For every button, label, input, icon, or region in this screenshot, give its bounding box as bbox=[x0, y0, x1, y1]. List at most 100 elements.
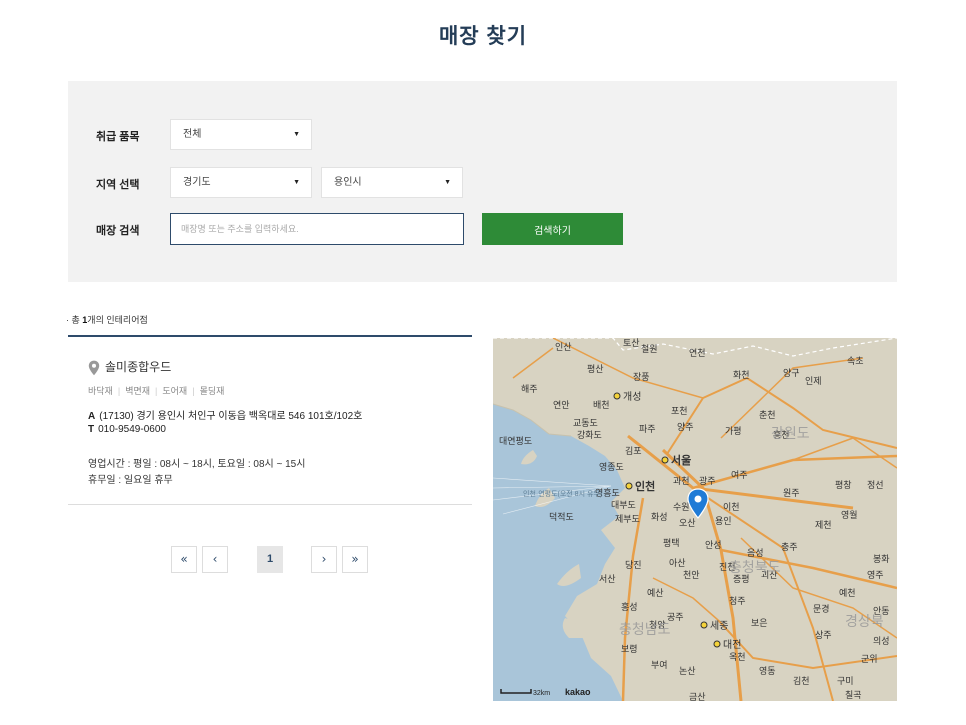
result-count-suffix: 개의 인테리어점 bbox=[87, 315, 148, 325]
map-city-label: 논산 bbox=[679, 666, 696, 676]
map-city-label: 제천 bbox=[815, 520, 832, 530]
map-city-label: 교동도 bbox=[573, 418, 598, 428]
store-tag: 도어재 bbox=[162, 386, 188, 396]
map-region-label: 경상북 bbox=[845, 613, 884, 629]
result-count: · 총 1개의 인테리어점 bbox=[66, 313, 148, 326]
map-city-label: 봉화 bbox=[873, 554, 890, 564]
map-city-label: 서울 bbox=[671, 453, 691, 467]
map-region-label: 충청북도 bbox=[729, 559, 781, 575]
map-city-label: 칠곡 bbox=[845, 690, 862, 700]
map-city-label: 청주 bbox=[729, 596, 746, 606]
map-city-label: 춘천 bbox=[759, 410, 776, 420]
category-select[interactable]: 전체 ▼ bbox=[170, 119, 312, 150]
map-city-label: 오산 bbox=[679, 518, 696, 528]
map-city-label: 포천 bbox=[671, 406, 688, 416]
next-page-button[interactable]: › bbox=[311, 546, 337, 573]
map-city-label: 홍성 bbox=[621, 601, 638, 612]
map-city-label: 증평 bbox=[733, 574, 750, 584]
store-tags: 바닥재 | 벽면재 | 도어재 | 몰딩재 bbox=[88, 386, 225, 396]
search-input[interactable] bbox=[170, 213, 464, 245]
map-city-label: 천안 bbox=[683, 570, 700, 580]
map-city-label: 평창 bbox=[835, 480, 852, 490]
store-name: 솔미종합우드 bbox=[105, 360, 172, 374]
map-canvas[interactable]: 개성 서울 인천 수원 오산 화성 이천 안성 천안 원주 춘천 충주 제천 세… bbox=[493, 338, 897, 701]
map-region-label: 충청남도 bbox=[619, 621, 671, 637]
map-city-label: 양구 bbox=[783, 368, 800, 378]
location-pin-icon bbox=[88, 360, 100, 376]
map-city-label: 광주 bbox=[699, 475, 716, 486]
map-city-label: 대부도 bbox=[611, 500, 636, 510]
sea-route-label: 인천·연평도(오전 8시 유무) bbox=[523, 489, 602, 498]
map-city-label: 음성 bbox=[747, 548, 764, 558]
map-city-label: 제부도 bbox=[615, 514, 640, 524]
map-city-label: 대전 bbox=[723, 639, 741, 651]
caret-down-icon: ▼ bbox=[293, 179, 300, 186]
store-holiday: 휴무일 : 일요일 휴무 bbox=[88, 475, 173, 486]
map-city-label: 보령 bbox=[621, 643, 638, 654]
map-city-label: 영주 bbox=[867, 570, 884, 580]
map-city-label: 충주 bbox=[781, 542, 798, 552]
map-city-label: 평택 bbox=[663, 538, 680, 548]
map-city-label: 연천 bbox=[689, 348, 706, 358]
city-select[interactable]: 용인시 ▼ bbox=[321, 167, 463, 198]
map-city-label: 상주 bbox=[815, 630, 832, 640]
map-city-label: 구미 bbox=[837, 676, 854, 686]
map-city-label: 속초 bbox=[847, 356, 864, 366]
first-page-button[interactable]: « bbox=[171, 546, 197, 573]
map-city-label: 김천 bbox=[793, 675, 810, 686]
map-city-label: 영동 bbox=[759, 666, 776, 676]
map-city-label: 세종 bbox=[710, 620, 728, 632]
caret-down-icon: ▼ bbox=[293, 131, 300, 138]
map-city-label: 해주 bbox=[521, 384, 538, 394]
map-region-label: 강원도 bbox=[771, 425, 810, 441]
map-city-label: 개성 bbox=[623, 391, 641, 403]
store-tag: 바닥재 bbox=[88, 386, 113, 396]
store-address: A (17130) 경기 용인시 처인구 이동읍 백옥대로 546 101호/10… bbox=[88, 407, 362, 422]
store-tag: 몰딩재 bbox=[199, 386, 225, 396]
map-city-label: 장풍 bbox=[633, 372, 650, 382]
store-list-item[interactable]: 솔미종합우드 바닥재 | 벽면재 | 도어재 | 몰딩재 A (17130) 경기 용인시 처… bbox=[68, 337, 472, 505]
page-1-button[interactable]: 1 bbox=[257, 546, 283, 573]
store-phone: T 010-9549-0600 bbox=[88, 424, 166, 435]
category-select-value: 전체 bbox=[183, 129, 202, 140]
map-city-label: 당진 bbox=[625, 560, 642, 570]
map-city-label: 여주 bbox=[731, 469, 748, 480]
category-label: 취급 품목 bbox=[96, 131, 140, 143]
result-count-prefix: · 총 bbox=[66, 315, 83, 325]
city-select-value: 용인시 bbox=[334, 177, 362, 188]
map-city-label: 평산 bbox=[587, 364, 604, 374]
store-map[interactable]: 개성 서울 인천 수원 오산 화성 이천 안성 천안 원주 춘천 충주 제천 세… bbox=[493, 338, 897, 701]
prev-page-button[interactable]: ‹ bbox=[202, 546, 228, 573]
map-city-label: 금산 bbox=[689, 692, 706, 701]
store-hours: 영업시간 : 평일 : 08시 ~ 18시, 토요일 : 08시 ~ 15시 bbox=[88, 459, 306, 470]
map-city-label: 양주 bbox=[677, 422, 694, 432]
province-select[interactable]: 경기도 ▼ bbox=[170, 167, 312, 198]
map-city-label: 인산 bbox=[555, 342, 572, 352]
map-city-label: 정선 bbox=[867, 480, 884, 490]
store-tag: 벽면재 bbox=[125, 386, 151, 396]
search-button[interactable]: 검색하기 bbox=[482, 213, 623, 245]
map-city-label: 대연평도 bbox=[499, 436, 532, 446]
map-city-label: 용인 bbox=[715, 516, 732, 526]
map-city-label: 파주 bbox=[639, 424, 656, 434]
province-select-value: 경기도 bbox=[183, 177, 211, 188]
region-label: 지역 선택 bbox=[96, 179, 140, 191]
map-city-label: 안성 bbox=[705, 540, 722, 550]
last-page-button[interactable]: » bbox=[342, 546, 368, 573]
map-city-label: 원주 bbox=[783, 488, 800, 498]
map-city-label: 보은 bbox=[751, 618, 768, 628]
phone-text: 010-9549-0600 bbox=[98, 424, 166, 435]
map-city-label: 철원 bbox=[641, 344, 658, 354]
map-city-label: 인제 bbox=[805, 376, 822, 386]
map-city-label: 김포 bbox=[625, 445, 642, 456]
map-city-label: 예산 bbox=[647, 588, 664, 598]
map-city-label: 덕적도 bbox=[549, 511, 574, 522]
map-city-label: 수원 bbox=[673, 502, 690, 512]
map-city-label: 이천 bbox=[723, 502, 740, 512]
address-text: (17130) 경기 용인시 처인구 이동읍 백옥대로 546 101호/102… bbox=[99, 411, 363, 422]
map-city-label: 아산 bbox=[669, 558, 686, 568]
map-city-label: 군위 bbox=[861, 654, 878, 664]
map-city-label: 영종도 bbox=[599, 462, 624, 472]
search-panel: 취급 품목 전체 ▼ 지역 선택 경기도 ▼ 용인시 ▼ 매장 검색 검색하기 bbox=[68, 81, 897, 282]
map-city-label: 예천 bbox=[839, 588, 856, 598]
